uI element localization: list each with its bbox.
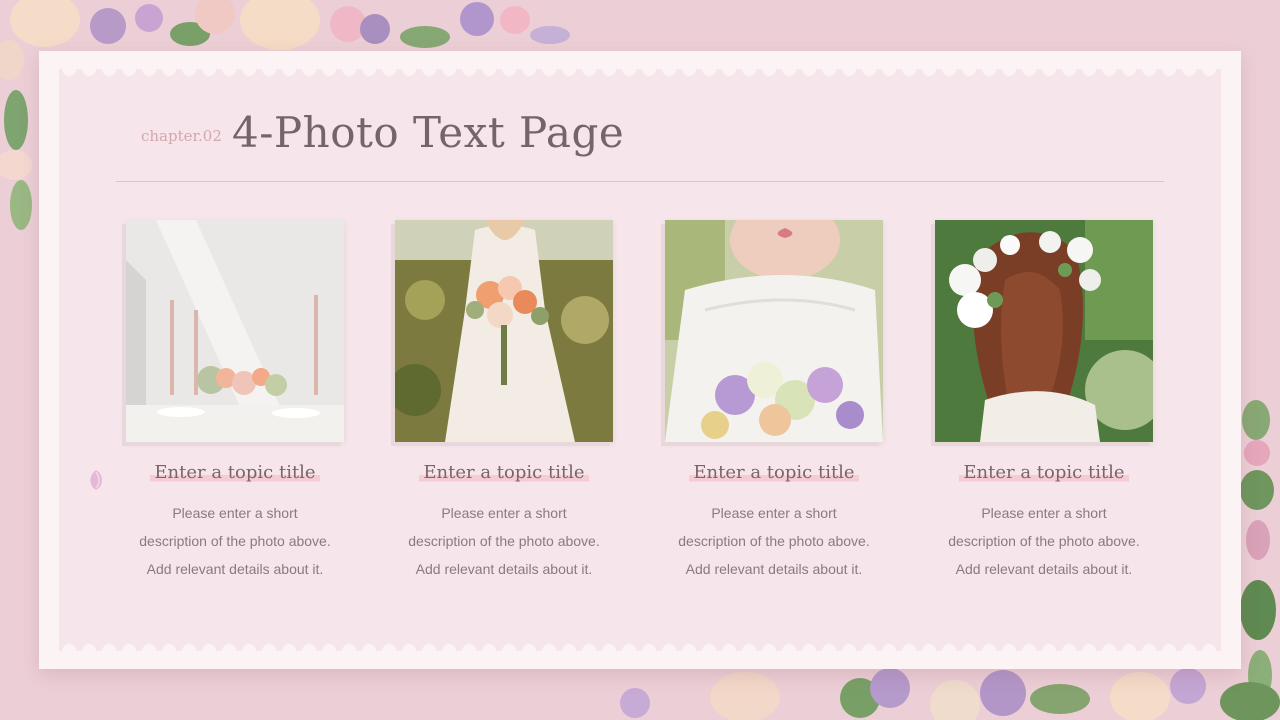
floral-decoration-bottom <box>610 668 1280 720</box>
photo-card-3: Enter a topic title Please enter a short… <box>644 220 904 583</box>
floral-decoration-left <box>0 0 44 240</box>
photo-table-setting[interactable] <box>126 220 344 442</box>
chapter-label: chapter.02 <box>141 127 222 145</box>
topic-title-2: Enter a topic title <box>374 462 634 483</box>
photo-card-4: Enter a topic title Please enter a short… <box>914 220 1174 583</box>
photo-lace-dress-bouquet[interactable] <box>665 220 883 442</box>
photo-card-1: Enter a topic title Please enter a short… <box>105 220 365 583</box>
photo-description-4: Please enter a short description of the … <box>948 505 1140 577</box>
photo-flower-crown[interactable] <box>935 220 1153 442</box>
petal-icon <box>90 470 102 490</box>
photo-bride-bouquet[interactable] <box>395 220 613 442</box>
topic-title-1: Enter a topic title <box>105 462 365 483</box>
photo-description-1: Please enter a short description of the … <box>139 505 331 577</box>
photo-card-2: Enter a topic title Please enter a short… <box>374 220 634 583</box>
page-title: 4-Photo Text Page <box>232 108 625 157</box>
photo-description-2: Please enter a short description of the … <box>408 505 600 577</box>
topic-title-4: Enter a topic title <box>914 462 1174 483</box>
topic-title-3: Enter a topic title <box>644 462 904 483</box>
photo-description-3: Please enter a short description of the … <box>678 505 870 577</box>
title-divider <box>116 181 1164 182</box>
